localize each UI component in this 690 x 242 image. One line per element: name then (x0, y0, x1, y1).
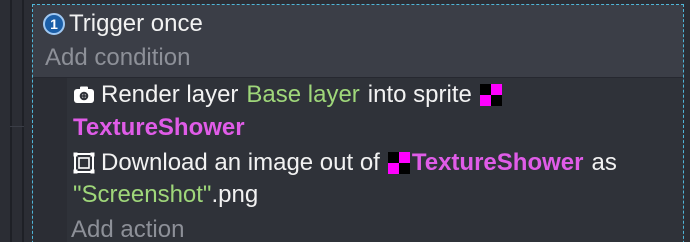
action-text: Download an image out of (101, 149, 380, 176)
add-condition-label: Add condition (45, 44, 191, 71)
object-parameter[interactable]: TextureShower (412, 148, 584, 178)
events-sheet: 1 Trigger once Add condition Render laye… (0, 0, 690, 242)
add-action-button[interactable]: Add action (71, 215, 184, 242)
image-frame-icon (73, 152, 95, 174)
action-row-render-layer[interactable]: Render layer Base layer into sprite (73, 80, 504, 110)
condition-label: Trigger once (69, 10, 203, 37)
actions-indent (33, 78, 67, 242)
action-row-download-image[interactable]: Download an image out of TextureShower a… (73, 148, 617, 178)
gutter-line (10, 0, 12, 242)
add-action-label: Add action (71, 216, 185, 242)
object-parameter[interactable]: TextureShower (73, 113, 245, 143)
action-row-render-layer-cont[interactable]: TextureShower (73, 113, 245, 143)
action-text: .png (211, 181, 259, 208)
gutter-tick (10, 126, 24, 127)
sprite-checker-icon (387, 152, 410, 174)
filename-parameter[interactable]: "Screenshot" (73, 180, 211, 210)
sprite-checker-icon (479, 84, 502, 106)
add-condition-button[interactable]: Add condition (45, 43, 190, 73)
trigger-once-number-icon: 1 (43, 13, 65, 35)
camera-icon (73, 84, 95, 106)
gutter-line (22, 0, 24, 242)
action-text: as (591, 149, 617, 176)
action-row-download-image-cont[interactable]: "Screenshot" .png (73, 180, 258, 210)
layer-parameter[interactable]: Base layer (246, 80, 359, 110)
action-text: Render layer (101, 81, 239, 108)
action-text: into sprite (367, 81, 472, 108)
conditions-area[interactable]: 1 Trigger once Add condition (33, 5, 683, 78)
condition-row[interactable]: 1 Trigger once (43, 9, 203, 39)
event-block[interactable]: 1 Trigger once Add condition Render laye… (32, 4, 684, 242)
